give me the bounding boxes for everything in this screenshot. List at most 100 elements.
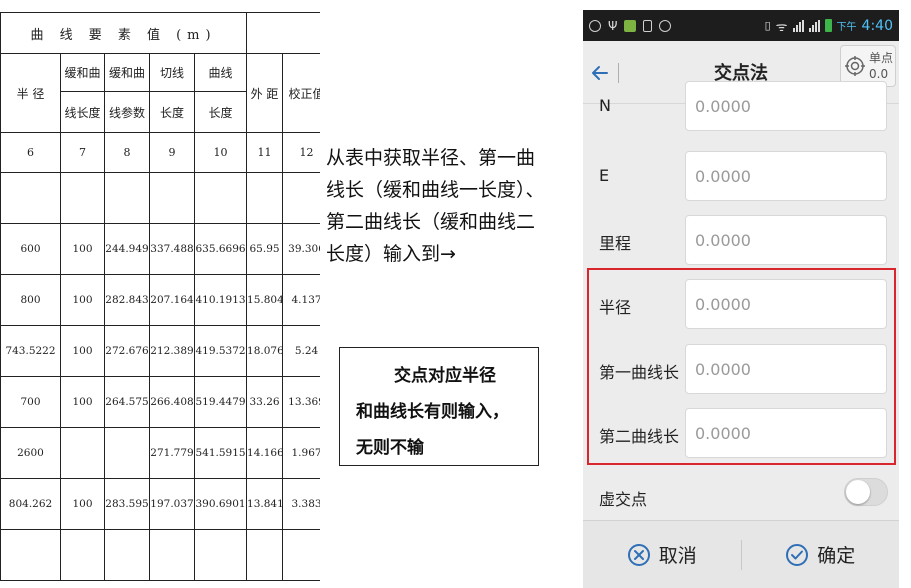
table-cell: 244.949: [104, 223, 150, 275]
app-notification-icon: [624, 19, 637, 32]
table-cell: 600: [0, 223, 61, 275]
instruction-line: 线长（缓和曲线一长度）、: [326, 179, 545, 201]
header-correction: 校正值: [282, 53, 320, 133]
table-cell: 39.306: [282, 223, 320, 275]
note-line: 无则不输: [356, 438, 424, 458]
table-cell: 541.5915: [193, 427, 248, 479]
table-cell: 13.841: [246, 478, 284, 530]
table-cell: 100: [60, 325, 105, 377]
table-cell: [282, 529, 320, 581]
table-cell: 804.262: [0, 478, 61, 530]
table-row: 700100264.575266.408519.447933.2613.369: [0, 376, 320, 428]
header-transition-param-2: 线参数: [104, 91, 150, 133]
table-cell: 14.166: [246, 427, 284, 479]
vibrate-icon: ▯: [764, 19, 771, 32]
note-line: 交点对应半径: [394, 366, 496, 386]
header-transition-length: 缓和曲: [60, 53, 105, 92]
table-cell: 100: [60, 274, 105, 326]
instruction-text: 从表中获取半径、第一曲 线长（缓和曲线一长度）、 第二曲线长（缓和曲线二 长度）…: [326, 142, 576, 270]
table-cell: 100: [60, 223, 105, 275]
confirm-label: 确定: [817, 545, 856, 567]
table-cell: [60, 427, 105, 479]
virtual-point-row: 虚交点: [583, 478, 899, 518]
table-cell: 18.076: [246, 325, 284, 377]
table-row: 2600 271.779 541.5915 14.166 1.967: [0, 427, 320, 479]
status-bar: Ψ ▯ ᯤ 下午 4:40: [583, 10, 899, 41]
bottom-action-bar: 取消 确定: [583, 520, 899, 588]
table-cell: [193, 529, 248, 581]
wifi-icon: ᯤ: [775, 19, 788, 35]
curve-elements-table-image: 曲 线 要 素 值 (m) 半 径 缓和曲 缓和曲 切线 曲线 外 距 校正值 …: [0, 12, 320, 588]
note-line: 和曲线长有则输入，: [356, 402, 509, 422]
header-radius: 半 径: [0, 53, 61, 133]
table-cell: 100: [60, 478, 105, 530]
table-cell: 13.369: [282, 376, 320, 428]
table-cell: 264.575: [104, 376, 150, 428]
field-row-e: E: [583, 144, 899, 208]
col-number: 10: [193, 132, 248, 173]
table-body: 600100244.949337.488635.669665.9539.3068…: [0, 172, 320, 581]
toggle-knob: [846, 480, 870, 504]
table-cell: 4.137: [282, 274, 320, 326]
clock-icon: [589, 19, 601, 32]
table-cell: 100: [60, 376, 105, 428]
table-cell: [246, 172, 284, 224]
status-time: 4:40: [861, 17, 893, 34]
col-number: 8: [104, 132, 150, 173]
field-row-n: N: [583, 74, 899, 138]
table-cell: [282, 172, 320, 224]
mileage-input[interactable]: [685, 215, 887, 265]
table-cell: [0, 529, 61, 581]
table-cell: [149, 172, 195, 224]
col-number: 12: [282, 132, 320, 173]
table-cell: 519.4479: [193, 376, 248, 428]
note-box: 交点对应半径 和曲线长有则输入， 无则不输: [339, 347, 539, 466]
table-cell: [60, 529, 105, 581]
table-cell: 271.779: [149, 427, 195, 479]
sd-card-icon: [643, 19, 653, 32]
table-cell: 283.595: [104, 478, 150, 530]
table-cell: 272.676: [104, 325, 150, 377]
table-cell: [193, 172, 248, 224]
table-cell: 3.383: [282, 478, 320, 530]
virtual-point-toggle[interactable]: [844, 478, 888, 506]
table-cell: [246, 529, 284, 581]
cancel-label: 取消: [658, 545, 697, 567]
table-cell: 212.389: [149, 325, 195, 377]
header-curve-length-2: 长度: [193, 91, 248, 133]
n-input[interactable]: [685, 81, 887, 131]
table-cell: [0, 172, 61, 224]
table-row: 800 100 282.843 207.164 410.1913 15.804 4.137: [0, 274, 320, 326]
table-cell: 635.6696: [193, 223, 248, 275]
table-cell: 33.26: [246, 376, 284, 428]
table-cell: [104, 427, 150, 479]
table-cell: 266.408: [149, 376, 195, 428]
table-cell: [104, 529, 150, 581]
field-label: E: [599, 166, 610, 185]
table-cell: 800: [0, 274, 61, 326]
e-input[interactable]: [685, 151, 887, 201]
table-cell: 15.804: [246, 274, 284, 326]
table-row: 600100244.949337.488635.669665.9539.306: [0, 223, 320, 275]
instruction-line: 长度）输入到→: [326, 243, 456, 265]
table-title: 曲 线 要 素 值 (m): [0, 12, 248, 54]
instruction-line: 第二曲线长（缓和曲线二: [326, 211, 536, 233]
table-row: [0, 172, 320, 224]
confirm-button[interactable]: 确定: [742, 521, 900, 588]
check-icon: [786, 543, 809, 566]
table-cell: 410.1913: [193, 274, 248, 326]
status-ampm: 下午: [836, 22, 857, 33]
col-number: 6: [0, 132, 61, 173]
cancel-button[interactable]: 取消: [583, 521, 741, 588]
table-cell: 5.24: [282, 325, 320, 377]
table-cell: [104, 172, 150, 224]
header-curve-length: 曲线: [193, 53, 248, 92]
single-point-label: 单点: [869, 51, 894, 65]
header-external-distance: 外 距: [246, 53, 284, 133]
virtual-point-label: 虚交点: [599, 490, 648, 509]
table-cell: 337.488: [149, 223, 195, 275]
table-cell: 1.967: [282, 427, 320, 479]
field-label: 里程: [599, 234, 632, 253]
header-transition-param: 缓和曲: [104, 53, 150, 92]
instruction-line: 从表中获取半径、第一曲: [326, 147, 536, 169]
